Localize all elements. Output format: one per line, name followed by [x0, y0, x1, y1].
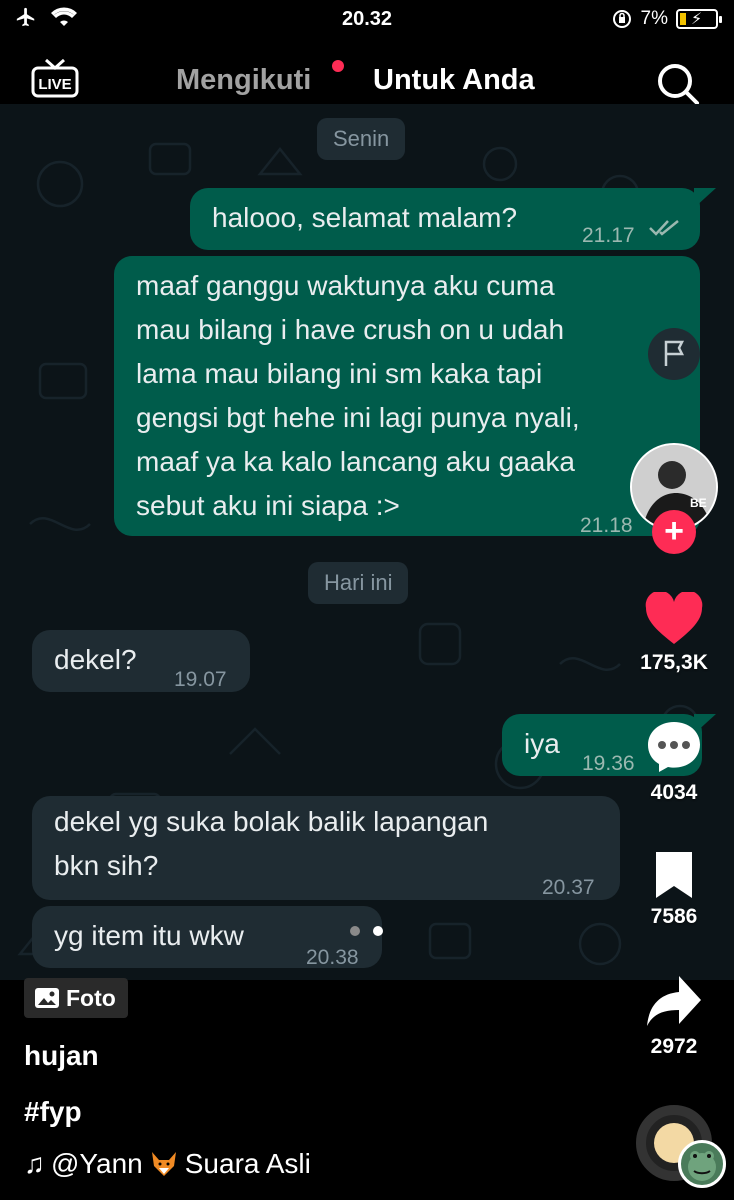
music-user: @Yann — [51, 1148, 143, 1179]
music-title: Suara Asli — [184, 1148, 311, 1179]
frog-icon — [688, 1151, 716, 1181]
message-bubble-incoming[interactable]: dekel? 19.07 — [32, 630, 250, 692]
message-time: 20.38 — [306, 946, 359, 969]
like-button[interactable]: 175,3K — [624, 590, 724, 675]
bookmark-icon — [656, 852, 692, 898]
save-button[interactable]: 7586 — [624, 850, 724, 929]
music-info[interactable]: ♫ @Yann Suara Asli — [24, 1148, 311, 1180]
status-bar: 20.32 7% ⚡ — [0, 0, 734, 40]
message-bubble-outgoing[interactable]: halooo, selamat malam? 21.17 — [190, 188, 700, 250]
music-sticker-avatar — [678, 1140, 726, 1188]
share-count: 2972 — [650, 1035, 698, 1058]
report-flag-button[interactable] — [648, 328, 700, 380]
tab-for-you[interactable]: Untuk Anda — [373, 64, 535, 97]
share-arrow-icon — [647, 976, 701, 1026]
status-right-icons: 7% ⚡ — [611, 8, 722, 30]
bubble-tail — [694, 188, 716, 208]
message-time: 19.07 — [174, 668, 227, 691]
live-tv-icon: LIVE — [31, 58, 79, 98]
top-nav: LIVE Mengikuti Untuk Anda — [0, 40, 734, 117]
notification-dot — [332, 60, 344, 72]
message-text: dekel? — [54, 644, 137, 675]
photo-badge-label: Foto — [66, 984, 116, 1011]
date-chip-monday: Senin — [317, 118, 406, 160]
message-time: 21.17 — [582, 224, 635, 247]
svg-text:BE: BE — [690, 496, 707, 510]
save-count: 7586 — [650, 905, 698, 928]
message-bubble-outgoing[interactable]: maaf ganggu waktunya aku cuma mau bilang… — [114, 256, 700, 537]
carousel-dot-active — [373, 926, 383, 936]
search-icon — [658, 64, 699, 105]
message-text: maaf ganggu waktunya aku cuma mau bilang… — [136, 270, 580, 521]
message-text: dekel yg suka bolak balik lapangan bkn s… — [54, 806, 489, 881]
photo-badge: Foto — [24, 978, 128, 1018]
message-bubble-incoming[interactable]: dekel yg suka bolak balik lapangan bkn s… — [32, 796, 620, 900]
message-bubble-incoming[interactable]: yg item itu wkw 20.38 — [32, 906, 382, 969]
post-caption: hujan — [24, 1040, 99, 1071]
rotation-lock-icon — [612, 10, 631, 28]
like-count: 175,3K — [640, 651, 708, 674]
message-time: 20.37 — [542, 876, 595, 899]
message-text: halooo, selamat malam? — [212, 202, 518, 233]
message-time: 21.18 — [580, 514, 633, 537]
post-hashtag[interactable]: #fyp — [24, 1096, 82, 1128]
flag-icon — [664, 340, 685, 366]
share-button[interactable]: 2972 — [624, 974, 724, 1059]
comment-bubble-icon — [648, 722, 700, 772]
fox-emoji-icon — [151, 1152, 176, 1176]
follow-button[interactable]: + — [652, 510, 696, 554]
heart-icon — [645, 590, 703, 644]
date-chip-today: Hari ini — [308, 562, 409, 604]
battery-icon: ⚡ — [676, 9, 722, 29]
battery-percent: 7% — [640, 8, 668, 29]
message-text: yg item itu wkw — [54, 920, 244, 951]
double-check-icon — [649, 220, 679, 236]
image-icon — [35, 988, 59, 1008]
live-label: LIVE — [38, 76, 71, 93]
comment-count: 4034 — [650, 781, 698, 804]
tab-following[interactable]: Mengikuti — [176, 64, 311, 97]
carousel-dot — [350, 926, 360, 936]
comment-button[interactable]: 4034 — [624, 718, 724, 805]
music-note-icon: ♫ — [24, 1148, 45, 1179]
message-text: iya — [524, 728, 560, 759]
photo-content[interactable]: Senin halooo, selamat malam? 21.17 maaf … — [0, 104, 734, 980]
live-button[interactable]: LIVE — [30, 58, 80, 98]
